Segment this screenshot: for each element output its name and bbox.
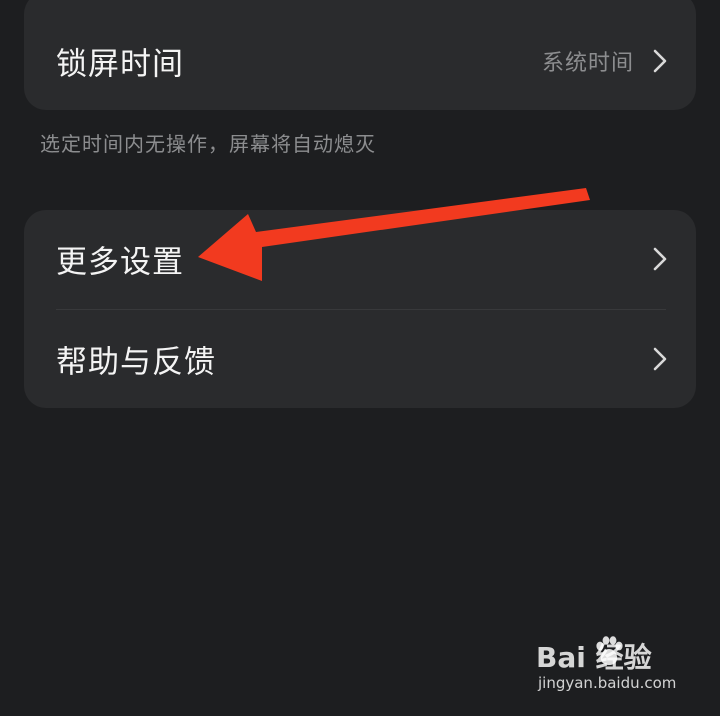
more-settings-row[interactable]: 更多设置 [24, 210, 696, 308]
lock-screen-time-label: 锁屏时间 [56, 46, 184, 83]
help-feedback-label: 帮助与反馈 [56, 344, 216, 381]
more-options-card: 更多设置 帮助与反馈 [24, 210, 696, 408]
chevron-right-icon [652, 346, 668, 372]
baidu-jingyan-watermark: Bai 经验 jingyan.baidu.com [536, 636, 696, 700]
chevron-right-icon [652, 48, 668, 74]
paw-icon [596, 636, 623, 665]
chevron-right-icon [652, 246, 668, 272]
more-settings-label: 更多设置 [56, 244, 184, 281]
help-feedback-row[interactable]: 帮助与反馈 [24, 310, 696, 408]
watermark-url: jingyan.baidu.com [538, 674, 677, 692]
lock-screen-time-value: 系统时间 [541, 51, 634, 76]
lock-screen-time-row[interactable]: 锁屏时间 系统时间 [24, 12, 696, 110]
lock-screen-hint: 选定时间内无操作，屏幕将自动熄灭 [40, 132, 376, 156]
lock-screen-card: 锁屏时间 系统时间 [24, 0, 696, 110]
